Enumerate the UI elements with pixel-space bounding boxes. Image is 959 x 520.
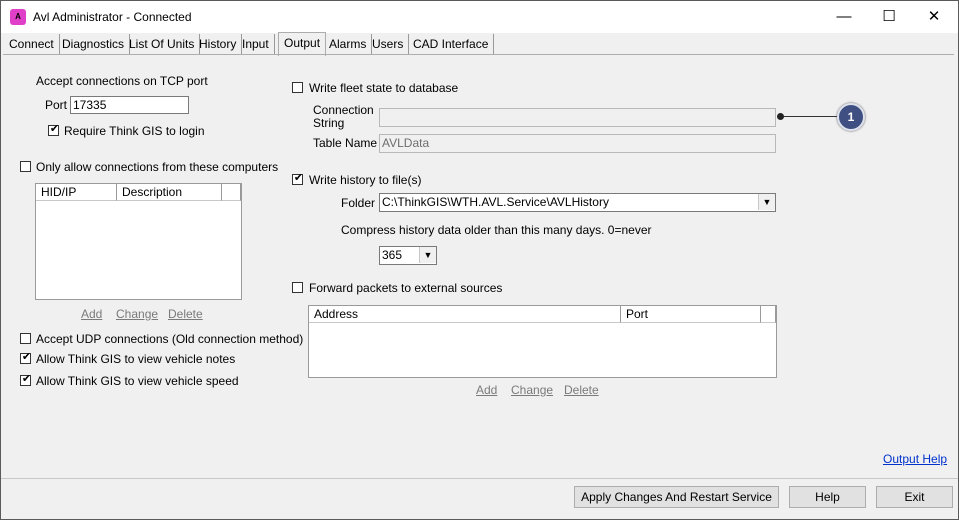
vehicle-notes-label: Allow Think GIS to view vehicle notes [36, 352, 236, 366]
port-label: Port [45, 98, 68, 112]
title-bar: A Avl Administrator - Connected — ☐ ✕ [1, 1, 958, 33]
callout-line [781, 116, 841, 117]
delete-computer-link[interactable]: Delete [168, 307, 203, 321]
only-allow-label: Only allow connections from these comput… [36, 160, 279, 174]
port-input[interactable]: 17335 [70, 96, 189, 114]
maximize-button[interactable]: ☐ [866, 1, 912, 33]
window-title: Avl Administrator - Connected [33, 10, 192, 24]
apply-restart-button[interactable]: Apply Changes And Restart Service [574, 486, 779, 508]
write-fleet-label: Write fleet state to database [309, 81, 459, 95]
require-login-label: Require Think GIS to login [64, 124, 205, 138]
tcp-heading: Accept connections on TCP port [36, 74, 208, 88]
add-computer-link[interactable]: Add [81, 307, 102, 321]
tab-users[interactable]: Users [367, 34, 410, 54]
conn-string-label-2: String [313, 116, 345, 130]
table-name-label: Table Name [313, 136, 378, 150]
allowed-computers-list[interactable]: HID/IP Description [35, 183, 242, 300]
folder-value: C:\ThinkGIS\WTH.AVL.Service\AVLHistory [382, 195, 609, 209]
forward-packets-label: Forward packets to external sources [309, 281, 503, 295]
vehicle-notes-checkbox[interactable]: ✔ [20, 351, 31, 364]
callout-dot [777, 113, 784, 120]
connection-string-input[interactable] [379, 108, 776, 127]
tab-alarms[interactable]: Alarms [324, 34, 373, 54]
vehicle-speed-checkbox[interactable]: ✔ [20, 373, 31, 386]
footer-divider [1, 478, 958, 479]
column-description[interactable]: Description [117, 184, 222, 201]
tab-divider [3, 54, 954, 55]
tab-input[interactable]: Input [237, 34, 275, 54]
require-login-checkbox[interactable]: ✔ [48, 123, 59, 136]
column-port[interactable]: Port [621, 306, 761, 323]
vehicle-speed-label: Allow Think GIS to view vehicle speed [36, 374, 239, 388]
column-address[interactable]: Address [309, 306, 621, 323]
callout-badge: 1 [837, 103, 865, 131]
tab-connect[interactable]: Connect [4, 34, 60, 54]
app-window: A Avl Administrator - Connected — ☐ ✕ Co… [0, 0, 959, 520]
exit-button[interactable]: Exit [876, 486, 953, 508]
output-help-link[interactable]: Output Help [883, 452, 947, 466]
folder-label: Folder [341, 196, 376, 210]
only-allow-checkbox[interactable] [20, 161, 31, 172]
column-filler [222, 184, 241, 201]
delete-destination-link[interactable]: Delete [564, 383, 599, 397]
add-destination-link[interactable]: Add [476, 383, 497, 397]
tab-output[interactable]: Output [278, 32, 327, 56]
write-history-checkbox[interactable]: ✔ [292, 172, 303, 185]
change-computer-link[interactable]: Change [116, 307, 158, 321]
write-fleet-checkbox[interactable] [292, 82, 303, 93]
chevron-down-icon[interactable]: ▼ [419, 247, 436, 263]
compress-days-value: 365 [382, 248, 403, 262]
compress-label: Compress history data older than this ma… [341, 223, 652, 237]
column-hid-ip[interactable]: HID/IP [36, 184, 117, 201]
tab-list-of-units[interactable]: List Of Units [124, 34, 201, 54]
close-button[interactable]: ✕ [911, 1, 957, 33]
compress-days-dropdown[interactable]: 365 ▼ [379, 246, 437, 265]
tab-cad-interface[interactable]: CAD Interface [408, 34, 495, 54]
minimize-button[interactable]: — [821, 1, 867, 33]
tab-diagnostics[interactable]: Diagnostics [57, 34, 131, 54]
forward-destinations-list[interactable]: Address Port [308, 305, 777, 378]
udp-checkbox[interactable] [20, 333, 31, 344]
chevron-down-icon[interactable]: ▼ [758, 194, 775, 210]
forward-packets-checkbox[interactable] [292, 282, 303, 293]
help-button[interactable]: Help [789, 486, 866, 508]
write-history-label: Write history to file(s) [309, 173, 422, 187]
app-icon: A [10, 9, 26, 25]
column-filler [761, 306, 776, 323]
tab-history[interactable]: History [194, 34, 243, 54]
udp-label: Accept UDP connections (Old connection m… [36, 332, 304, 346]
change-destination-link[interactable]: Change [511, 383, 553, 397]
folder-dropdown[interactable]: C:\ThinkGIS\WTH.AVL.Service\AVLHistory ▼ [379, 193, 776, 212]
table-name-input[interactable]: AVLData [379, 134, 776, 153]
conn-string-label-1: Connection [313, 103, 374, 117]
